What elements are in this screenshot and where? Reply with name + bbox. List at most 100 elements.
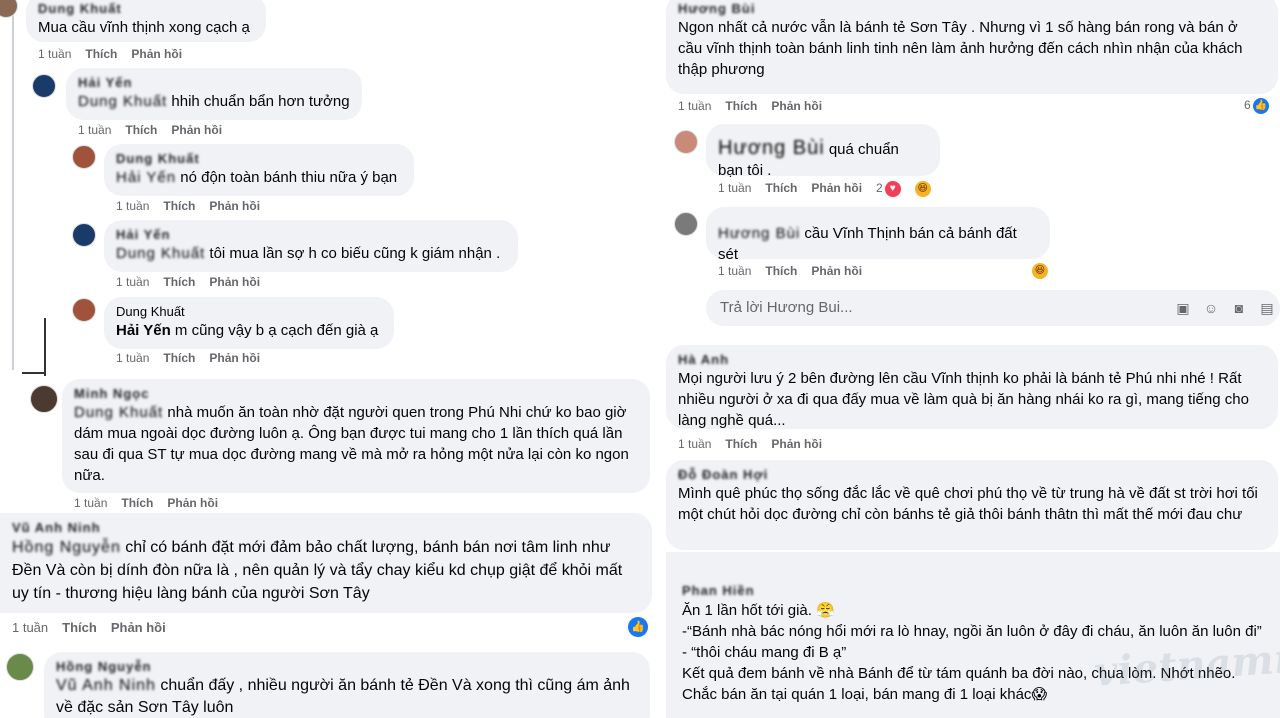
reply-button[interactable]: Phản hồi <box>209 351 260 365</box>
reply-button[interactable]: Phản hồi <box>209 199 260 213</box>
comment-bubble: Hồng Nguyễn Vũ Anh Ninh chuẩn đấy , nhiề… <box>44 652 650 718</box>
mention-tag[interactable]: Hương Bùi <box>718 225 800 242</box>
reply-button[interactable]: Phản hồi <box>131 47 182 61</box>
comment-author[interactable]: Hương Bùi <box>678 0 1266 17</box>
haha-icon: 😆 <box>914 181 931 197</box>
comment-time[interactable]: 1 tuần <box>12 620 48 635</box>
like-button[interactable]: Thích <box>121 496 153 510</box>
gif-icon[interactable]: ▤ <box>1258 299 1276 317</box>
avatar[interactable] <box>72 223 96 247</box>
comment-line: Ăn 1 lần hốt tới già. 😤 <box>682 602 835 619</box>
comment-time[interactable]: 1 tuần <box>116 275 149 289</box>
comment-bubble: Hà Anh Mọi người lưu ý 2 bên đường lên c… <box>666 345 1278 429</box>
comment-actions: 1 tuần Thích Phản hồi <box>74 496 232 510</box>
sticker-icon[interactable]: ▣ <box>1174 299 1192 317</box>
reaction-count: 6 <box>1244 98 1251 113</box>
like-button[interactable]: Thích <box>765 181 797 195</box>
comment-time[interactable]: 1 tuần <box>78 123 111 137</box>
comment-bubble: Phan Hiền Ăn 1 lần hốt tới già. 😤 -“Bánh… <box>666 552 1280 718</box>
haha-icon[interactable]: 😆 <box>1032 263 1048 279</box>
like-button[interactable]: Thích <box>765 264 797 278</box>
mention-tag[interactable]: Hải Yến <box>116 322 171 339</box>
reply-button[interactable]: Phản hồi <box>771 99 822 113</box>
comment-author[interactable]: Hồng Nguyễn <box>56 658 638 675</box>
like-button[interactable]: Thích <box>163 275 195 289</box>
comment-bubble: Dung Khuất Hải Yến nó độn toàn bánh thiu… <box>104 144 414 196</box>
comment-time[interactable]: 1 tuần <box>678 437 711 451</box>
like-button[interactable]: Thích <box>725 99 757 113</box>
like-button[interactable]: Thích <box>125 123 157 137</box>
avatar[interactable] <box>30 385 58 413</box>
comment-time[interactable]: 1 tuần <box>74 496 107 510</box>
reply-input[interactable]: Trả lời Hương Bui... ▣ ☺ ◙ ▤ <box>706 290 1280 326</box>
reply-button[interactable]: Phản hồi <box>771 437 822 451</box>
reaction-summary[interactable]: 6 👍 <box>1244 98 1280 114</box>
reply-button[interactable]: Phản hồi <box>209 275 260 289</box>
comment-bubble: Vũ Anh Ninh Hồng Nguyễn chỉ có bánh đặt … <box>0 513 652 613</box>
comment-actions: 1 tuần Thích Phản hồi <box>116 199 274 213</box>
avatar[interactable] <box>72 145 96 169</box>
comment-time[interactable]: 1 tuần <box>678 99 711 113</box>
reaction-count: 2 <box>876 181 883 196</box>
comment-author[interactable]: Đỗ Đoàn Hợi <box>678 466 1266 483</box>
comment-text: Mình quê phúc thọ sống đắc lắc về quê ch… <box>678 485 1258 523</box>
comment-actions: 1 tuần Thích Phản hồi <box>678 437 836 451</box>
like-button[interactable]: Thích <box>85 47 117 61</box>
mention-tag[interactable]: Dung Khuất <box>78 93 167 110</box>
comment-author[interactable]: Dung Khuất <box>38 0 254 17</box>
comment-author[interactable]: Vũ Anh Ninh <box>12 519 640 536</box>
comment-text: Mua cầu vĩnh thịnh xong cạch ạ <box>38 19 250 36</box>
comment-time[interactable]: 1 tuần <box>116 351 149 365</box>
comment-bubble: Hương Bùi quá chuẩn bạn tôi . <box>706 124 940 179</box>
comment-actions: 1 tuần Thích Phản hồi <box>678 99 836 113</box>
comment-actions: 1 tuần Thích Phản hồi <box>718 264 876 278</box>
comment-author[interactable]: Hải Yến <box>116 226 506 243</box>
comment-author[interactable]: Hà Anh <box>678 351 1266 368</box>
avatar[interactable] <box>6 653 34 681</box>
like-button[interactable]: Thích <box>725 437 757 451</box>
avatar[interactable] <box>72 298 96 322</box>
emoji-icon[interactable]: ☺ <box>1202 299 1220 317</box>
comment-author[interactable]: Minh Ngọc <box>74 385 638 402</box>
reply-button[interactable]: Phản hồi <box>167 496 218 510</box>
comment-bubble: Hải Yến Dung Khuất tôi mua lần sợ h co b… <box>104 220 518 272</box>
reply-button[interactable]: Phản hồi <box>811 181 862 195</box>
comment-text: m cũng vậy b ạ cạch đến già ạ <box>170 322 379 339</box>
comment-actions: 1 tuần Thích Phản hồi <box>116 275 274 289</box>
mention-tag[interactable]: Dung Khuất <box>74 404 163 421</box>
comment-bubble: Hương Bùi Ngon nhất cả nước vẫn là bánh … <box>666 0 1278 94</box>
camera-icon[interactable]: ◙ <box>1230 299 1248 317</box>
thread-line <box>12 0 14 370</box>
right-comment-panel: Hương Bùi Ngon nhất cả nước vẫn là bánh … <box>664 0 1280 718</box>
avatar[interactable] <box>0 0 18 18</box>
comment-time[interactable]: 1 tuần <box>38 47 71 61</box>
like-button[interactable]: Thích <box>163 199 195 213</box>
comment-author[interactable]: Hải Yến <box>78 74 350 91</box>
comment-text: tôi mua lần sợ h co biếu cũng k giám nhậ… <box>205 245 501 262</box>
avatar[interactable] <box>674 130 698 154</box>
mention-tag[interactable]: Vũ Anh Ninh <box>56 677 156 694</box>
reply-button[interactable]: Phản hồi <box>171 123 222 137</box>
mention-tag[interactable]: Dung Khuất <box>116 245 205 262</box>
comment-actions: 1 tuần Thích Phản hồi <box>78 123 236 137</box>
like-reaction-icon[interactable]: 👍 <box>628 617 648 637</box>
comment-bubble: Hương Bùi cầu Vĩnh Thịnh bán cả bánh đất… <box>706 207 1050 263</box>
mention-tag[interactable]: Hương Bùi <box>718 137 825 159</box>
comment-time[interactable]: 1 tuần <box>116 199 149 213</box>
love-icon: ♥ <box>884 181 901 197</box>
comment-author[interactable]: Phan Hiền <box>682 582 755 599</box>
comment-actions: 1 tuần Thích Phản hồi <box>12 620 180 635</box>
reply-button[interactable]: Phản hồi <box>111 620 166 635</box>
comment-author[interactable]: Dung Khuất <box>116 150 402 167</box>
reply-input-placeholder: Trả lời Hương Bui... <box>720 299 853 316</box>
like-button[interactable]: Thích <box>62 620 97 635</box>
like-button[interactable]: Thích <box>163 351 195 365</box>
mention-tag[interactable]: Hồng Nguyễn <box>12 539 121 556</box>
mention-tag[interactable]: Hải Yến <box>116 169 176 186</box>
comment-author[interactable]: Dung Khuất <box>116 303 382 320</box>
avatar[interactable] <box>674 212 698 236</box>
reply-button[interactable]: Phản hồi <box>811 264 862 278</box>
avatar[interactable] <box>32 74 56 98</box>
comment-time[interactable]: 1 tuần <box>718 264 751 278</box>
comment-time[interactable]: 1 tuần <box>718 181 751 195</box>
